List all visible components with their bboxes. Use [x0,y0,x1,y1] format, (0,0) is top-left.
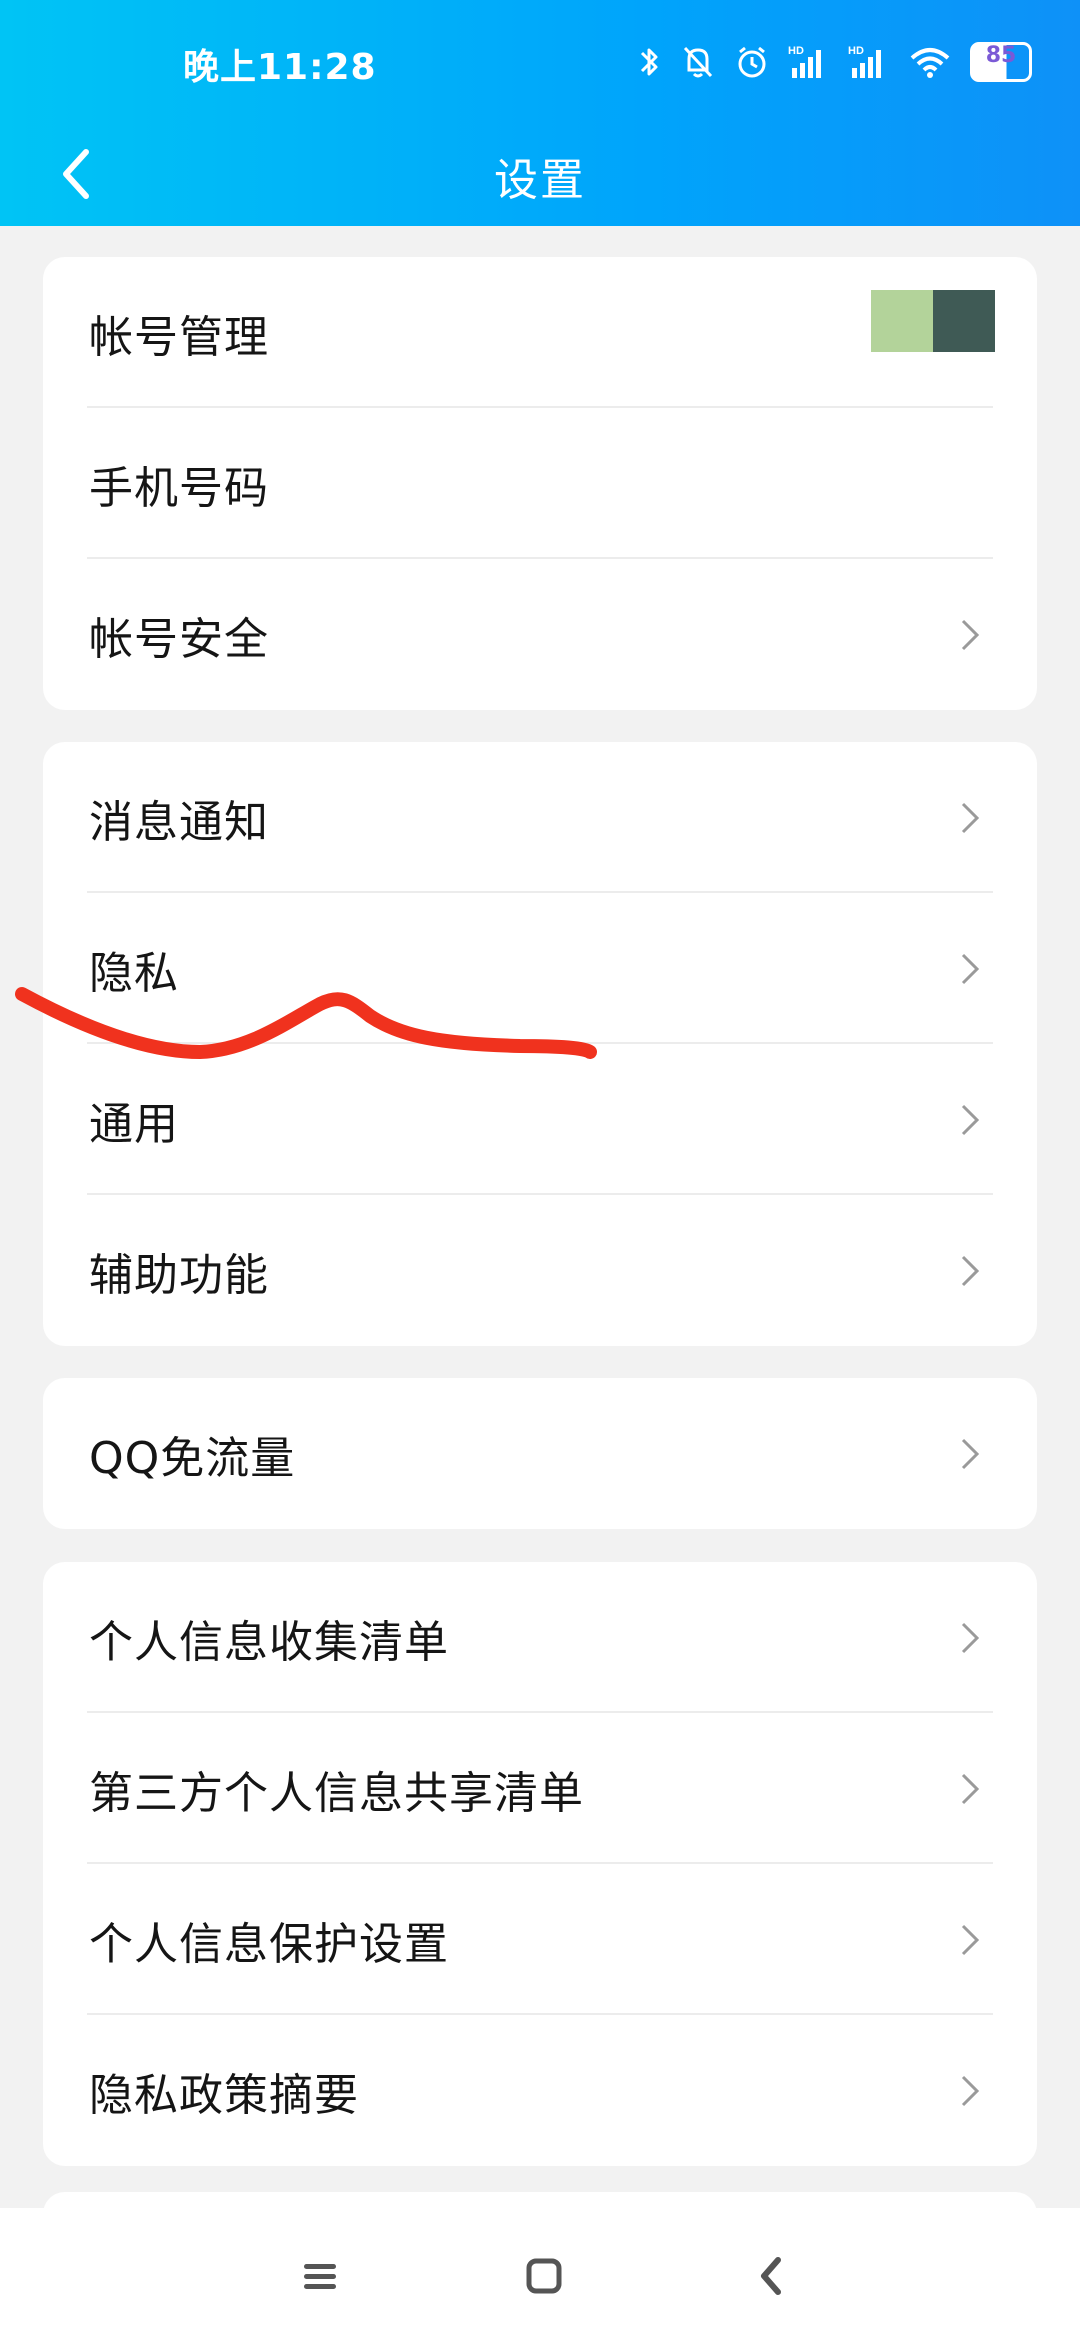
home-icon[interactable] [520,2252,568,2300]
settings-item-general[interactable]: 通用 [43,1044,1037,1195]
settings-group-account: 帐号管理 手机号码 帐号安全 [43,257,1037,710]
settings-item-info-collection-list[interactable]: 个人信息收集清单 [43,1562,1037,1713]
settings-item-qq-free-data[interactable]: QQ免流量 [43,1378,1037,1529]
nav-bar: 设置 [0,126,1080,226]
settings-group-personal-info: 个人信息收集清单 第三方个人信息共享清单 个人信息保护设置 隐私政策摘要 [43,1562,1037,2166]
chevron-right-icon [961,802,980,833]
settings-item-third-party-sharing[interactable]: 第三方个人信息共享清单 [43,1713,1037,1864]
chevron-right-icon [961,2075,980,2106]
system-nav-bar [0,2208,1080,2340]
settings-group-data: QQ免流量 [43,1378,1037,1529]
settings-item-notifications[interactable]: 消息通知 [43,742,1037,893]
hd-signal-icon: HD [788,45,821,78]
chevron-right-icon [961,1924,980,1955]
page-title: 设置 [494,155,586,206]
bluetooth-icon [640,48,658,76]
settings-item-label: 帐号安全 [89,613,269,665]
settings-item-label: 帐号管理 [89,311,269,363]
chevron-right-icon [961,619,980,650]
menu-icon[interactable] [296,2252,344,2300]
chevron-right-icon [961,1773,980,1804]
settings-item-privacy-policy-summary[interactable]: 隐私政策摘要 [43,2015,1037,2166]
chevron-right-icon [961,1255,980,1286]
alarm-icon [738,46,766,78]
status-bar: 晚上11:28 HD HD 85 [0,0,1080,126]
settings-item-account-security[interactable]: 帐号安全 [43,559,1037,710]
status-time: 晚上11:28 [183,47,377,88]
status-icons: HD HD 85 [620,40,1032,84]
avatar [871,290,995,352]
hd-signal-icon: HD [848,45,881,78]
settings-item-label: 手机号码 [89,462,269,514]
settings-item-info-protection[interactable]: 个人信息保护设置 [43,1864,1037,2015]
chevron-right-icon [961,953,980,984]
settings-item-account-management[interactable]: 帐号管理 [43,257,1037,408]
settings-item-label: 辅助功能 [89,1249,269,1301]
svg-text:HD: HD [788,45,804,57]
settings-item-label: 通用 [89,1098,179,1150]
settings-item-label: 第三方个人信息共享清单 [89,1767,584,1819]
settings-item-label: 隐私 [89,947,179,999]
battery-level: 85 [985,43,1017,68]
settings-item-label: 消息通知 [89,796,269,848]
chevron-right-icon [961,1438,980,1469]
settings-item-label: QQ免流量 [89,1432,296,1484]
back-icon[interactable] [748,2252,796,2300]
settings-group-general: 消息通知 隐私 通用 辅助功能 [43,742,1037,1346]
svg-text:HD: HD [848,45,864,57]
wifi-icon [910,48,950,78]
chevron-right-icon [961,1104,980,1135]
settings-item-label: 个人信息收集清单 [89,1616,449,1668]
app-header: 晚上11:28 HD HD 85 设置 [0,0,1080,226]
settings-item-privacy[interactable]: 隐私 [43,893,1037,1044]
battery-icon: 85 [970,42,1032,82]
mute-icon [683,46,713,78]
chevron-right-icon [961,1622,980,1653]
settings-item-label: 个人信息保护设置 [89,1918,449,1970]
settings-item-accessibility[interactable]: 辅助功能 [43,1195,1037,1346]
settings-item-label: 隐私政策摘要 [89,2069,359,2121]
settings-item-phone-number[interactable]: 手机号码 [43,408,1037,559]
